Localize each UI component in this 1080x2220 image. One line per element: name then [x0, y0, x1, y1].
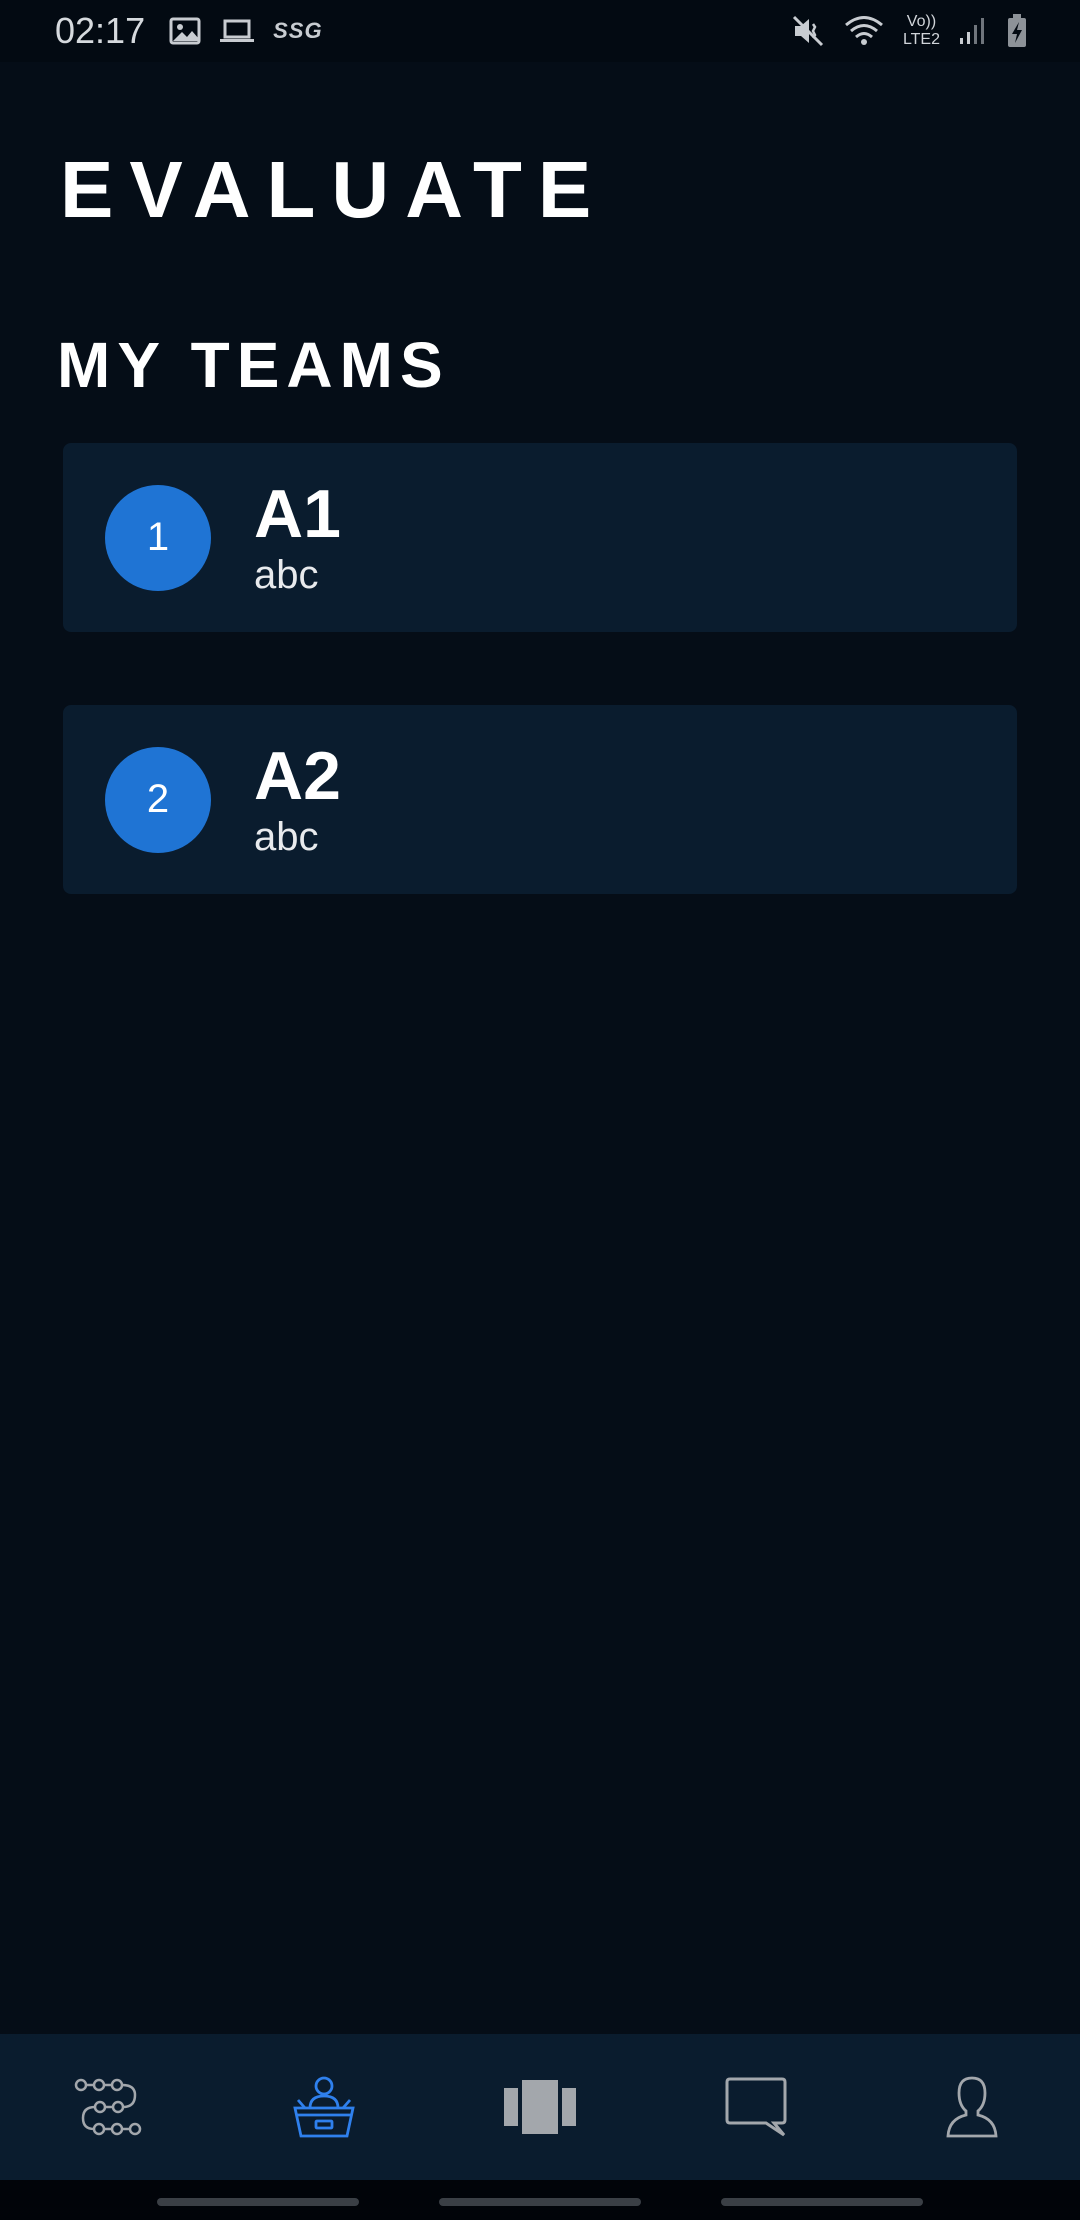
status-time: 02:17: [55, 10, 146, 51]
signal-icon: [958, 16, 988, 46]
mute-icon: [791, 14, 825, 48]
team-card-a2[interactable]: 2 A2 abc: [63, 705, 1017, 894]
nav-item-cards[interactable]: [480, 2047, 600, 2167]
nav-item-timeline[interactable]: [48, 2047, 168, 2167]
gesture-pill-left[interactable]: [157, 2198, 359, 2206]
gesture-pill-center[interactable]: [439, 2198, 641, 2206]
network-type: Vo)) LTE2: [903, 13, 940, 49]
team-number-badge: 1: [105, 484, 211, 591]
team-description: abc: [254, 814, 319, 859]
team-name: A1: [254, 475, 341, 552]
evaluate-presenter-icon: [291, 2074, 357, 2140]
status-bar-left: 02:17 SSG: [55, 10, 323, 52]
timeline-icon: [73, 2077, 143, 2137]
profile-icon: [945, 2075, 999, 2139]
team-card-a1[interactable]: 1 A1 abc: [63, 443, 1017, 632]
wifi-icon: [843, 14, 885, 48]
team-description: abc: [254, 552, 319, 597]
carrier-tag: SSG: [273, 18, 323, 43]
nav-item-chat[interactable]: [696, 2047, 816, 2167]
system-gesture-bar: [0, 2180, 1080, 2220]
lte-label: LTE2: [902, 31, 940, 48]
team-list: 1 A1 abc 2 A2 abc: [63, 443, 1017, 967]
cards-icon: [502, 2078, 578, 2136]
page-title: EVALUATE: [60, 145, 608, 234]
gesture-pill-right[interactable]: [721, 2198, 923, 2206]
nav-item-evaluate[interactable]: [264, 2047, 384, 2167]
app-screen: 02:17 SSG Vo)) LTE2 EVALUATE MY TEAMS 1 …: [0, 0, 1080, 2220]
team-number-badge: 2: [105, 746, 211, 853]
volte-label: Vo)): [906, 13, 937, 30]
laptop-icon: [219, 17, 255, 45]
gallery-icon: [169, 17, 201, 45]
status-bar-right: Vo)) LTE2: [791, 13, 1028, 49]
bottom-nav: [0, 2034, 1080, 2180]
team-text: A2 abc: [254, 740, 341, 860]
battery-charging-icon: [1006, 13, 1028, 49]
section-title-my-teams: MY TEAMS: [57, 329, 450, 401]
team-text: A1 abc: [254, 478, 341, 598]
nav-item-profile[interactable]: [912, 2047, 1032, 2167]
status-bar: 02:17 SSG Vo)) LTE2: [0, 0, 1080, 62]
team-name: A2: [254, 737, 341, 814]
chat-icon: [724, 2076, 788, 2138]
